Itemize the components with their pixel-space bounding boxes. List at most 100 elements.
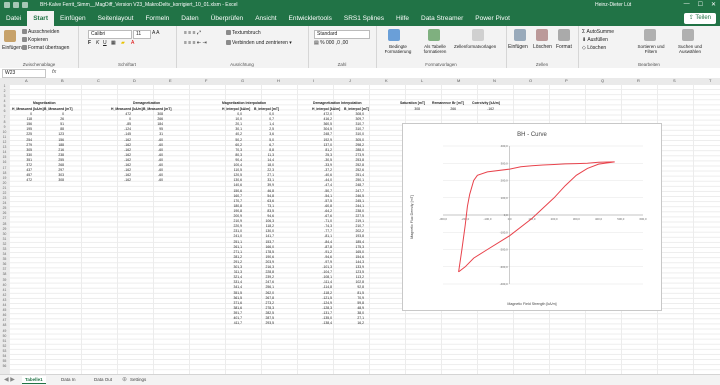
table-cell[interactable]: 73,1 (250, 204, 274, 208)
table-cell[interactable]: 26 (40, 117, 64, 121)
table-cell[interactable]: 251,1 (218, 240, 243, 244)
table-cell[interactable]: -91,2 (308, 250, 332, 254)
table-cell[interactable]: 371,6 (218, 301, 243, 305)
table-cell[interactable]: 154,6 (340, 255, 365, 259)
conditional-format-icon[interactable] (388, 29, 400, 41)
bold-button[interactable]: F (88, 40, 91, 46)
table-cell[interactable]: -138,4 (308, 321, 332, 325)
format-as-table-icon[interactable] (428, 29, 440, 41)
table-cell[interactable]: 437 (8, 168, 32, 172)
conditional-format-button[interactable]: Bedingte Formatierung (378, 44, 418, 54)
font-color-icon[interactable]: A (131, 40, 134, 46)
table-cell[interactable]: 310,0 (340, 132, 365, 136)
table-cell[interactable]: 310,7 (340, 127, 365, 131)
table-cell[interactable]: 137,0 (308, 143, 333, 147)
table-cell[interactable]: 391,7 (218, 311, 243, 315)
table-cell[interactable]: 304,5 (308, 127, 333, 131)
table-cell[interactable]: 288,0 (340, 148, 365, 152)
table-cell[interactable]: 110,5 (218, 168, 242, 172)
tab-9[interactable]: SRS1 Splines (338, 11, 390, 26)
table-cell[interactable]: 282,5 (250, 311, 275, 315)
format-cells-button[interactable]: Format (556, 44, 572, 50)
table-cell[interactable]: 251,4 (340, 173, 365, 177)
underline-button[interactable]: U (103, 40, 107, 46)
table-cell[interactable]: 90,4 (218, 158, 242, 162)
table-cell[interactable]: 321,4 (218, 275, 243, 279)
table-cell[interactable]: 293,5 (250, 321, 275, 325)
table-cell[interactable]: 50,2 (218, 138, 242, 142)
table-cell[interactable]: 133,9 (340, 265, 365, 269)
table-cell[interactable]: 190,8 (218, 209, 243, 213)
table-cell[interactable]: -85 (107, 122, 131, 126)
cell-styles-icon[interactable] (472, 29, 484, 41)
table-cell[interactable]: 210,9 (218, 219, 243, 223)
table-cell[interactable]: 81,5 (340, 291, 364, 295)
insert-cells-button[interactable]: Einfügen (508, 44, 528, 50)
table-cell[interactable]: -118,2 (308, 291, 332, 295)
table-cell[interactable]: -128,3 (308, 306, 332, 310)
fill-button[interactable]: ⬇ Ausfüllen (582, 37, 608, 43)
tab-8[interactable]: Entwicklertools (283, 11, 338, 26)
horizontal-align-icons[interactable]: ≡ ≡ ≡ ⇤ ⇥ (184, 40, 207, 46)
table-cell[interactable]: 227,5 (340, 214, 365, 218)
table-cell[interactable]: 160,7 (218, 194, 243, 198)
table-cell[interactable]: -50,7 (308, 189, 332, 193)
table-cell[interactable]: 203,9 (250, 260, 275, 264)
table-cell[interactable]: 298,2 (340, 143, 365, 147)
paste-icon[interactable] (4, 30, 16, 42)
table-cell[interactable]: 156 (40, 138, 64, 142)
coercivity-value[interactable]: -162 (474, 107, 494, 111)
table-cell[interactable]: 31 (139, 132, 163, 136)
table-cell[interactable]: 8,8 (250, 148, 274, 152)
user-name[interactable]: Heinz-Dieter Lüt (595, 2, 631, 8)
table-cell[interactable]: 248,7 (340, 183, 365, 187)
table-cell[interactable]: 252,8 (340, 163, 365, 167)
paste-button[interactable]: Einfügen (2, 45, 22, 51)
table-cell[interactable]: 401,7 (218, 316, 243, 320)
table-cell[interactable]: -47,4 (308, 183, 332, 187)
undo-icon[interactable] (13, 2, 19, 8)
table-cell[interactable]: -60 (139, 168, 163, 172)
table-cell[interactable]: 102,8 (340, 280, 365, 284)
table-cell[interactable]: -104,7 (308, 270, 332, 274)
table-cell[interactable]: -162 (107, 148, 131, 152)
table-cell[interactable]: -135,0 (308, 316, 332, 320)
table-cell[interactable]: 228,8 (250, 270, 275, 274)
table-cell[interactable]: 305 (8, 148, 32, 152)
table-cell[interactable]: -40,6 (308, 173, 332, 177)
table-cell[interactable]: 220,9 (218, 224, 243, 228)
tab-2[interactable]: Einfügen (54, 11, 92, 26)
table-cell[interactable]: -101,3 (308, 265, 332, 269)
table-cell[interactable]: -71,0 (308, 219, 332, 223)
table-cell[interactable]: -145 (107, 132, 131, 136)
table-cell[interactable]: 38,0 (340, 311, 364, 315)
sheet-tab-1[interactable]: Data In (58, 376, 79, 383)
table-cell[interactable]: -74,3 (308, 224, 332, 228)
table-cell[interactable]: 14,4 (250, 158, 274, 162)
table-cell[interactable]: 20,1 (218, 122, 242, 126)
table-cell[interactable]: -67,6 (308, 214, 332, 218)
table-cell[interactable]: -162 (107, 173, 131, 177)
table-cell[interactable]: -87,8 (308, 245, 332, 249)
table-cell[interactable]: 40,2 (218, 132, 242, 136)
format-painter-button[interactable]: Format übertragen (22, 45, 69, 51)
table-cell[interactable]: 472 (107, 112, 131, 116)
table-cell[interactable]: -108,1 (308, 275, 332, 279)
table-cell[interactable]: 48,9 (340, 306, 364, 310)
table-cell[interactable]: 245,1 (340, 199, 365, 203)
find-select-icon[interactable] (682, 29, 694, 41)
find-select-button[interactable]: Suchen und Auswählen (670, 44, 710, 54)
table-cell[interactable]: 63,6 (250, 199, 274, 203)
table-cell[interactable]: -60 (139, 178, 163, 182)
table-cell[interactable]: 287,5 (250, 316, 275, 320)
table-cell[interactable]: 156 (8, 122, 32, 126)
table-cell[interactable]: 193,8 (340, 234, 365, 238)
clear-button[interactable]: ◇ Löschen (582, 45, 606, 51)
sheet-tab-0[interactable]: Tabelle1 (22, 376, 46, 384)
table-cell[interactable]: -57,5 (308, 199, 332, 203)
table-cell[interactable]: -54,1 (308, 194, 332, 198)
table-cell[interactable]: 113,2 (340, 275, 364, 279)
vertical-align-icons[interactable]: ≡ ≡ ≡ ⤢ (184, 30, 201, 36)
table-cell[interactable]: 278,3 (250, 306, 275, 310)
table-cell[interactable]: 372 (8, 163, 32, 167)
